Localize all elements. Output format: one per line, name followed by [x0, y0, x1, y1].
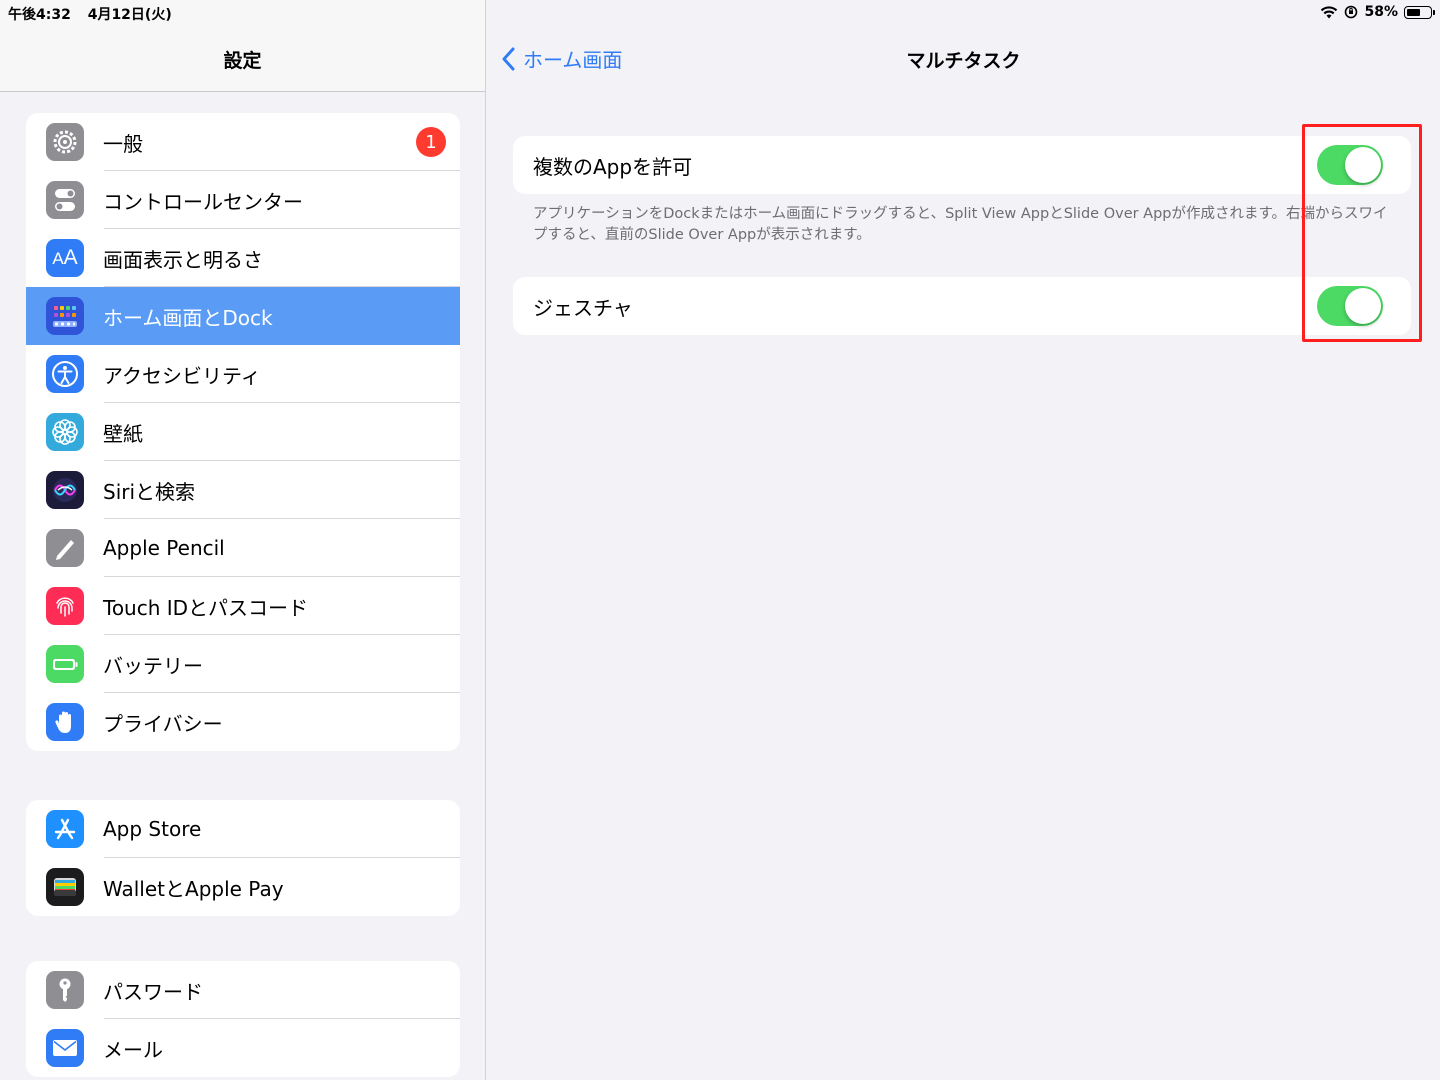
gestures-toggle[interactable] — [1317, 286, 1383, 326]
gear-icon — [46, 123, 84, 161]
sidebar-item-mail[interactable]: メール — [26, 1019, 460, 1077]
page-title: マルチタスク — [906, 50, 1021, 72]
sidebar-item-wallet[interactable]: WalletとApple Pay — [26, 858, 460, 916]
sidebar-item-label: Siriと検索 — [103, 479, 196, 504]
text-size-icon: AA — [46, 239, 84, 277]
sidebar-item-privacy[interactable]: プライバシー — [26, 693, 460, 751]
toggle-knob — [1345, 288, 1381, 324]
toggles-icon — [46, 181, 84, 219]
settings-group-3: パスワード メール — [26, 961, 460, 1077]
sidebar-item-label: バッテリー — [103, 653, 203, 678]
app-store-icon — [46, 810, 84, 848]
sidebar-item-label: App Store — [103, 817, 202, 841]
sidebar-item-siri[interactable]: Siriと検索 — [26, 461, 460, 519]
sidebar-item-accessibility[interactable]: アクセシビリティ — [26, 345, 460, 403]
sidebar-item-label: WalletとApple Pay — [103, 876, 284, 901]
sidebar-item-wallpaper[interactable]: 壁紙 — [26, 403, 460, 461]
accessibility-icon — [46, 355, 84, 393]
status-bar: 午後4:32 4月12日(火) 58% — [0, 0, 1440, 26]
status-left: 午後4:32 4月12日(火) — [8, 4, 172, 24]
settings-group-2: App Store WalletとApple Pay — [26, 800, 460, 916]
multitasking-detail: ホーム画面 マルチタスク 複数のAppを許可 アプリケーションをDockまたはホ… — [487, 0, 1440, 1080]
allow-multiple-apps-row: 複数のAppを許可 — [513, 136, 1411, 194]
sidebar-item-label: Touch IDとパスコード — [103, 595, 309, 620]
notification-badge: 1 — [416, 127, 446, 157]
status-time: 午後4:32 — [8, 7, 71, 23]
allow-multiple-apps-toggle[interactable] — [1317, 145, 1383, 185]
toggle-knob — [1345, 147, 1381, 183]
sidebar-item-label: ホーム画面とDock — [103, 305, 273, 330]
hand-icon — [46, 703, 84, 741]
sidebar-item-label: アクセシビリティ — [103, 363, 261, 388]
sidebar-item-general[interactable]: 一般 1 — [26, 113, 460, 171]
sidebar-item-label: 一般 — [103, 131, 143, 156]
fingerprint-icon — [46, 587, 84, 625]
settings-sidebar: 設定 一般 1 コントロールセンター AA 画面表示と明るさ ホーム画面とDoc… — [0, 0, 486, 1080]
lock-rotation-icon — [1344, 5, 1358, 19]
sidebar-title: 設定 — [223, 50, 262, 72]
sidebar-item-label: パスワード — [103, 979, 203, 1004]
sidebar-item-app-store[interactable]: App Store — [26, 800, 460, 858]
sidebar-item-label: 壁紙 — [103, 421, 143, 446]
home-grid-icon — [46, 297, 84, 335]
status-date: 4月12日(火) — [87, 7, 172, 23]
key-icon — [46, 971, 84, 1009]
sidebar-item-control-center[interactable]: コントロールセンター — [26, 171, 460, 229]
battery-icon — [46, 645, 84, 683]
battery-percentage: 58% — [1364, 4, 1398, 20]
sidebar-item-label: プライバシー — [103, 711, 223, 736]
sidebar-item-label: メール — [103, 1037, 163, 1062]
pencil-icon — [46, 529, 84, 567]
wifi-icon — [1320, 5, 1338, 19]
mail-icon — [46, 1029, 84, 1067]
gestures-row: ジェスチャ — [513, 277, 1411, 335]
flower-icon — [46, 413, 84, 451]
wallet-icon — [46, 868, 84, 906]
allow-multiple-apps-label: 複数のAppを許可 — [533, 154, 693, 179]
sidebar-item-apple-pencil[interactable]: Apple Pencil — [26, 519, 460, 577]
sidebar-item-touch-id[interactable]: Touch IDとパスコード — [26, 577, 460, 635]
multiple-apps-footnote: アプリケーションをDockまたはホーム画面にドラッグすると、Split View… — [533, 206, 1388, 243]
sidebar-item-label: 画面表示と明るさ — [103, 247, 263, 272]
status-right: 58% — [1320, 4, 1435, 20]
battery-fill — [1407, 8, 1420, 16]
battery-icon — [1404, 5, 1435, 19]
siri-icon — [46, 471, 84, 509]
sidebar-item-home-screen[interactable]: ホーム画面とDock — [26, 287, 460, 345]
gestures-label: ジェスチャ — [533, 295, 633, 320]
sidebar-item-label: コントロールセンター — [103, 189, 303, 214]
sidebar-item-battery[interactable]: バッテリー — [26, 635, 460, 693]
sidebar-item-display[interactable]: AA 画面表示と明るさ — [26, 229, 460, 287]
sidebar-item-label: Apple Pencil — [103, 536, 225, 560]
sidebar-item-passwords[interactable]: パスワード — [26, 961, 460, 1019]
settings-group-1: 一般 1 コントロールセンター AA 画面表示と明るさ ホーム画面とDock ア… — [26, 113, 460, 751]
